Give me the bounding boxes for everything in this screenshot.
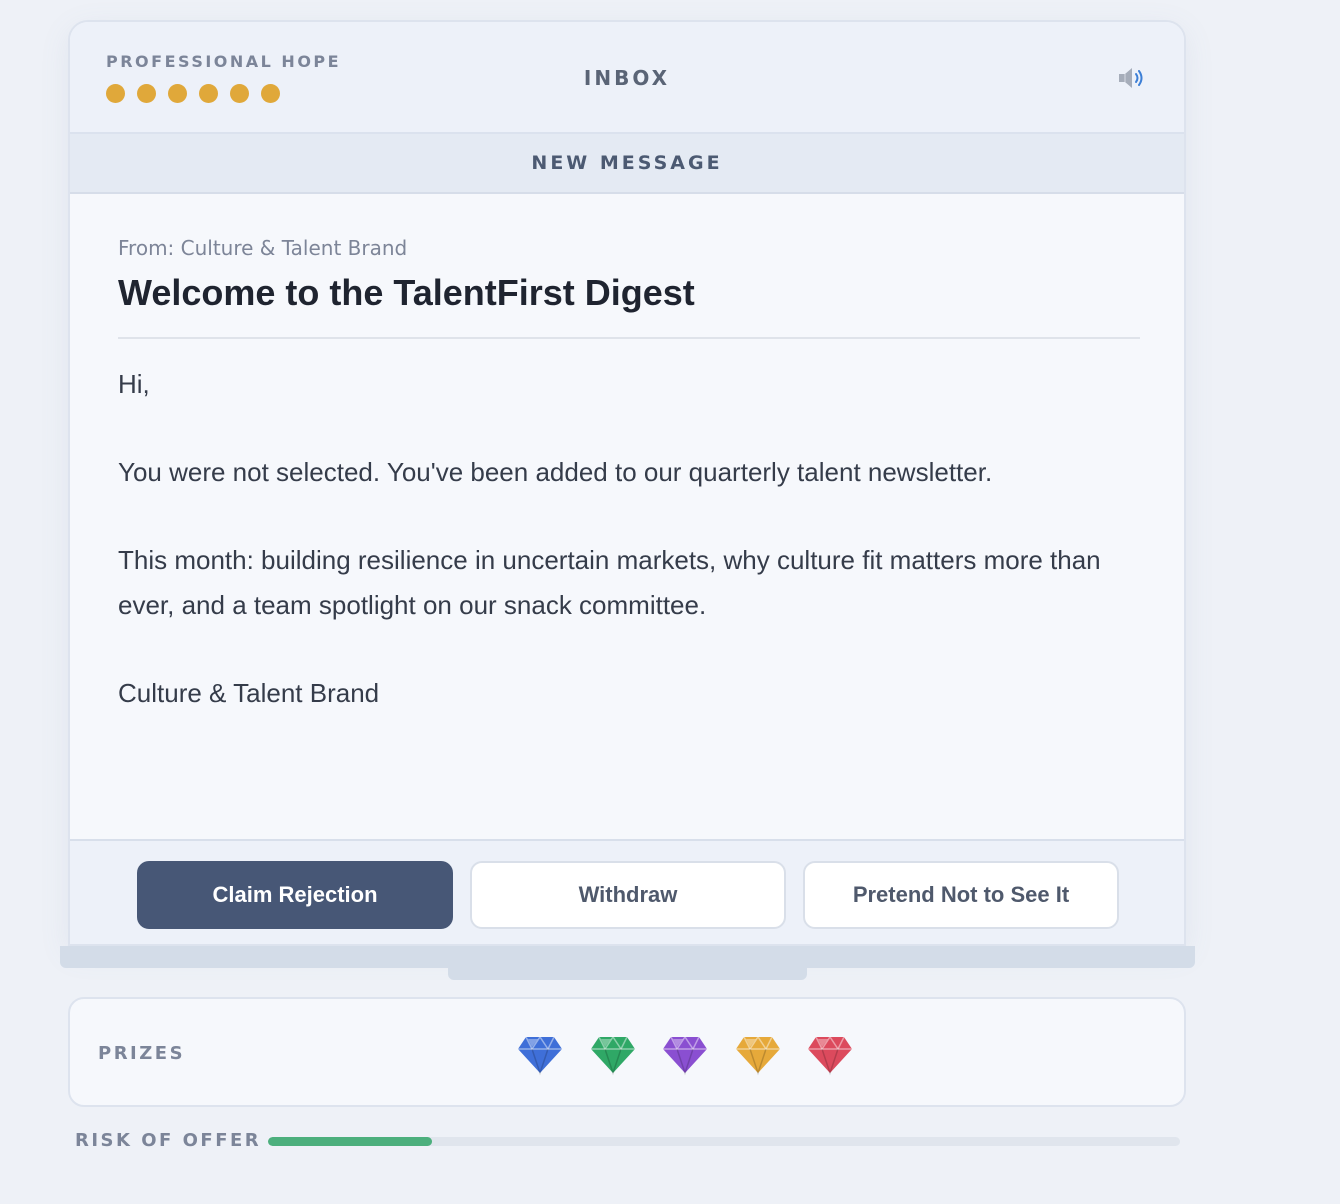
purple-gem-icon — [663, 1035, 707, 1076]
message-paragraph: This month: building resilience in uncer… — [118, 545, 1101, 620]
green-gem-icon — [590, 1035, 635, 1076]
subject-divider — [118, 337, 1140, 339]
new-message-banner: NEW MESSAGE — [70, 134, 1184, 194]
gold-gem-icon — [735, 1035, 780, 1076]
status-bar: PROFESSIONAL HOPE INBOX — [70, 22, 1184, 134]
action-bar: Claim Rejection Withdraw Pretend Not to … — [70, 839, 1184, 944]
device-base — [60, 946, 1195, 968]
prizes-label: PRIZES — [98, 1043, 186, 1064]
message-paragraph: Hi, — [118, 369, 150, 399]
message-subject: Welcome to the TalentFirst Digest — [118, 272, 695, 313]
prizes-panel: PRIZES — [68, 997, 1186, 1107]
inbox-device: PROFESSIONAL HOPE INBOX NEW MESSAGE From… — [68, 20, 1186, 946]
claim-rejection-button[interactable]: Claim Rejection — [137, 861, 453, 929]
device-stand — [448, 968, 807, 980]
risk-label: RISK OF OFFER — [75, 1130, 262, 1151]
blue-gem-icon — [518, 1035, 562, 1076]
message-body: Hi, You were not selected. You've been a… — [118, 362, 1148, 759]
message-signature: Culture & Talent Brand — [118, 678, 380, 708]
message-paragraph: You were not selected. You've been added… — [118, 457, 993, 487]
message-sender: From: Culture & Talent Brand — [118, 236, 408, 260]
message-view: From: Culture & Talent Brand Welcome to … — [70, 194, 1184, 839]
inbox-title: INBOX — [583, 66, 671, 90]
speaker-icon[interactable] — [1116, 66, 1146, 90]
red-gem-icon — [808, 1035, 852, 1076]
risk-meter — [268, 1137, 1180, 1146]
risk-meter-fill — [268, 1137, 433, 1146]
withdraw-button[interactable]: Withdraw — [470, 861, 786, 929]
pretend-not-to-see-button[interactable]: Pretend Not to See It — [803, 861, 1119, 929]
